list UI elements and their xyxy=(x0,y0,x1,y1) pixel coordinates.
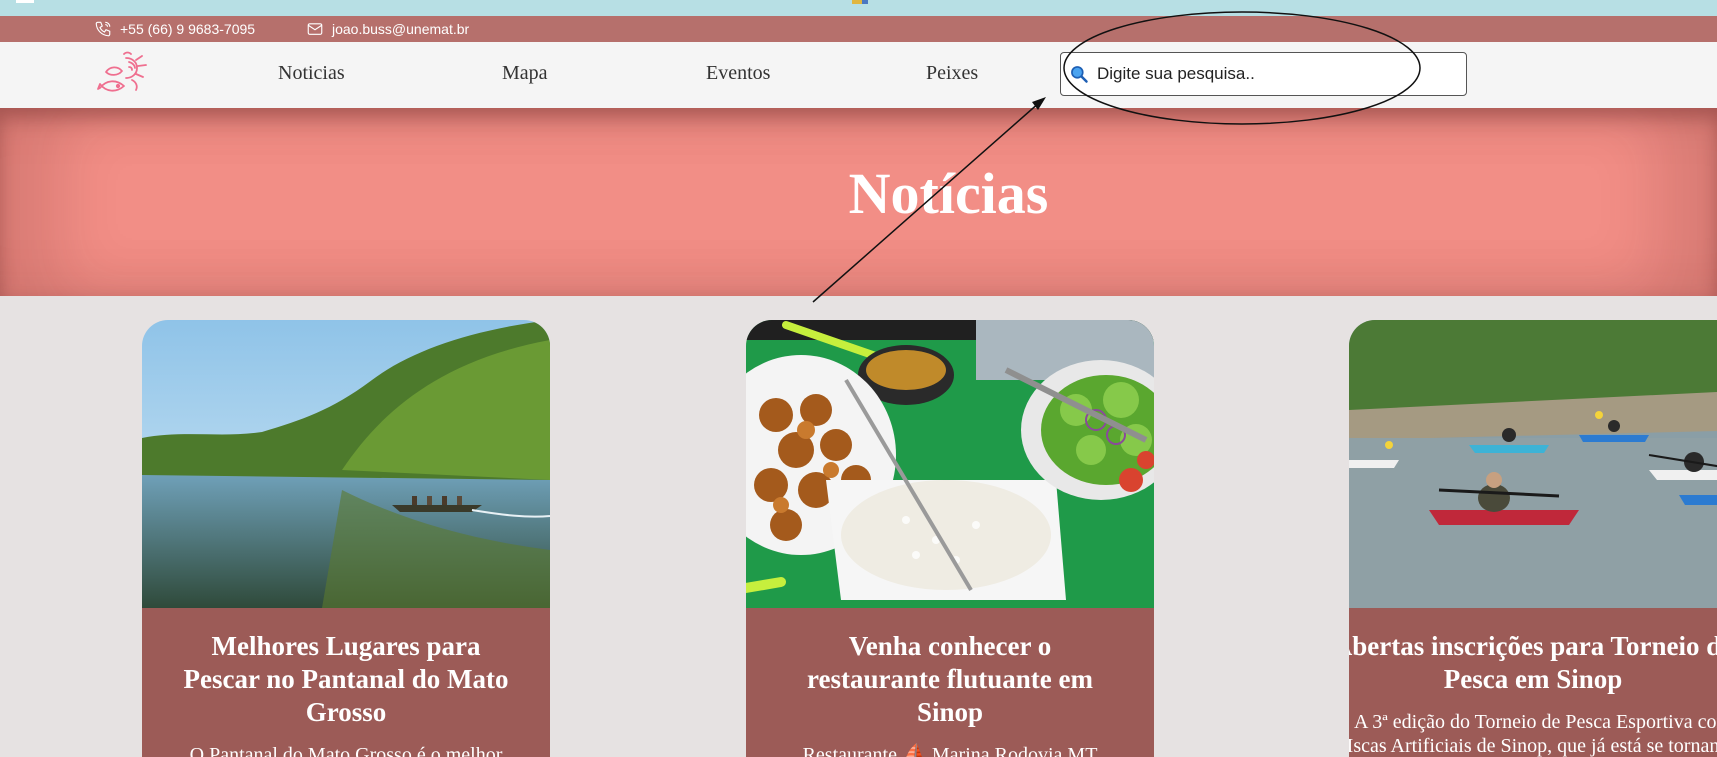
hero-banner: Notícias xyxy=(0,108,1717,296)
card-excerpt: A 3ª edição do Torneio de Pesca Esportiv… xyxy=(1349,711,1717,757)
search-box[interactable] xyxy=(1060,52,1467,96)
fish-logo-icon[interactable] xyxy=(96,50,152,102)
card-image-restaurant xyxy=(746,320,1154,608)
contact-email[interactable]: joao.buss@unemat.br xyxy=(306,16,469,42)
browser-top-strip xyxy=(0,0,1717,16)
card-body: Melhores Lugares para Pescar no Pantanal… xyxy=(142,608,550,757)
contact-bar: +55 (66) 9 9683-7095 joao.buss@unemat.br xyxy=(0,16,1717,42)
news-card-1[interactable]: Melhores Lugares para Pescar no Pantanal… xyxy=(142,320,550,757)
search-input[interactable] xyxy=(1095,63,1459,85)
app-icon xyxy=(852,0,862,4)
card-title[interactable]: Abertas inscrições para Torneio de Pesca… xyxy=(1349,608,1717,696)
menu-icon xyxy=(16,0,34,3)
app-icon-accent xyxy=(862,0,868,4)
mail-icon xyxy=(307,23,323,35)
card-title[interactable]: Melhores Lugares para Pescar no Pantanal… xyxy=(142,608,550,729)
card-image-pantanal xyxy=(142,320,550,608)
phone-icon xyxy=(95,21,111,37)
page-title: Notícias xyxy=(848,161,1049,226)
phone-text: +55 (66) 9 9683-7095 xyxy=(120,21,256,37)
card-body: Abertas inscrições para Torneio de Pesca… xyxy=(1349,608,1717,757)
nav-peixes[interactable]: Peixes xyxy=(926,62,978,85)
news-card-2[interactable]: Venha conhecer o restaurante flutuante e… xyxy=(746,320,1154,757)
contact-phone[interactable]: +55 (66) 9 9683-7095 xyxy=(94,16,255,42)
card-body: Venha conhecer o restaurante flutuante e… xyxy=(746,608,1154,757)
email-text: joao.buss@unemat.br xyxy=(332,21,470,37)
news-card-3[interactable]: Abertas inscrições para Torneio de Pesca… xyxy=(1349,320,1717,757)
card-image-tournament xyxy=(1349,320,1717,608)
nav-eventos[interactable]: Eventos xyxy=(706,62,770,85)
nav-mapa[interactable]: Mapa xyxy=(502,62,548,85)
nav-noticias[interactable]: Noticias xyxy=(278,62,345,85)
card-excerpt: Restaurante ⛵ Marina Rodovia MT xyxy=(802,744,1098,757)
main-navbar: Noticias Mapa Eventos Peixes xyxy=(0,42,1717,109)
card-excerpt: O Pantanal do Mato Grosso é o melhor xyxy=(189,744,503,757)
search-icon xyxy=(1071,66,1088,83)
card-title[interactable]: Venha conhecer o restaurante flutuante e… xyxy=(746,608,1154,729)
